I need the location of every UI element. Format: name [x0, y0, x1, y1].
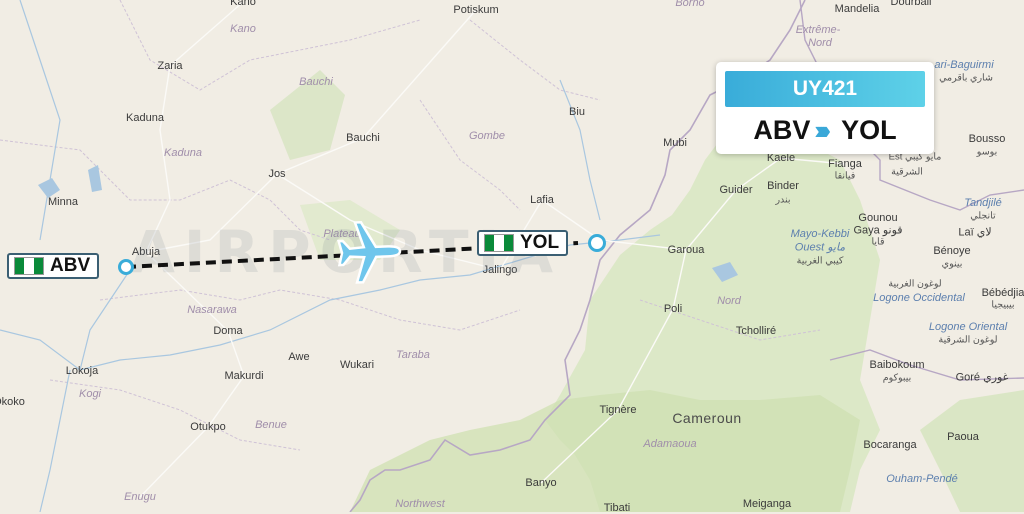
route-origin: ABV	[753, 114, 811, 145]
chevrons-right-icon: › › › ›	[814, 114, 832, 145]
destination-code: YOL	[520, 232, 560, 253]
destination-label[interactable]: YOL	[477, 230, 569, 256]
nigeria-flag-icon	[484, 234, 514, 252]
nigeria-flag-icon	[14, 257, 44, 275]
route-summary: ABV › › › › YOL	[716, 112, 934, 148]
origin-marker	[118, 259, 134, 275]
destination-marker	[588, 234, 606, 252]
origin-code: ABV	[50, 255, 91, 276]
flight-number: UY421	[725, 71, 925, 107]
airplane-icon	[336, 221, 402, 284]
origin-label[interactable]: ABV	[7, 253, 100, 279]
flight-info-card: UY421 ABV › › › › YOL	[716, 62, 934, 154]
route-destination: YOL	[841, 114, 897, 145]
